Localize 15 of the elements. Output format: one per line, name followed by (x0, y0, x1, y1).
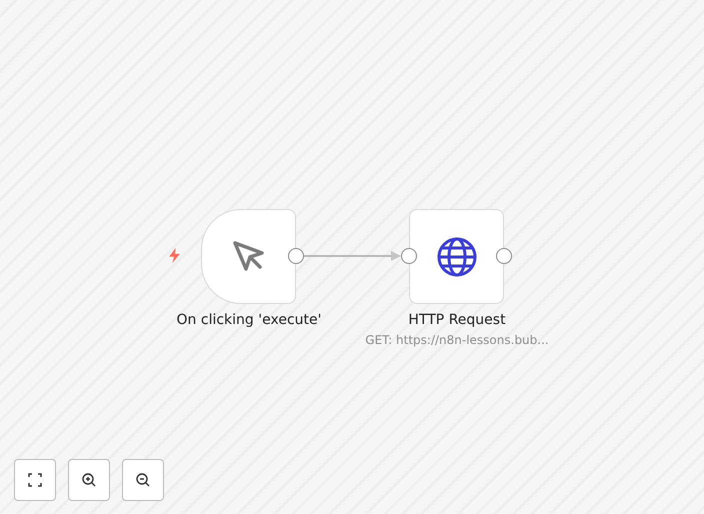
globe-icon (436, 236, 476, 276)
workflow-node[interactable] (201, 209, 296, 304)
zoom-out-button[interactable] (122, 459, 164, 501)
zoom-in-icon (81, 472, 97, 488)
output-handle[interactable] (496, 248, 512, 264)
fit-view-icon (27, 472, 43, 488)
node-title: On clicking 'execute' (176, 312, 322, 328)
node-subtitle: GET: https://n8n-lessons.bub... (365, 333, 549, 347)
input-handle[interactable] (401, 248, 417, 264)
zoom-in-button[interactable] (68, 459, 110, 501)
fit-view-button[interactable] (14, 459, 56, 501)
output-handle[interactable] (288, 248, 304, 264)
zoom-out-icon (135, 472, 151, 488)
node-title: HTTP Request (408, 312, 506, 328)
workflow-node[interactable] (409, 209, 504, 304)
